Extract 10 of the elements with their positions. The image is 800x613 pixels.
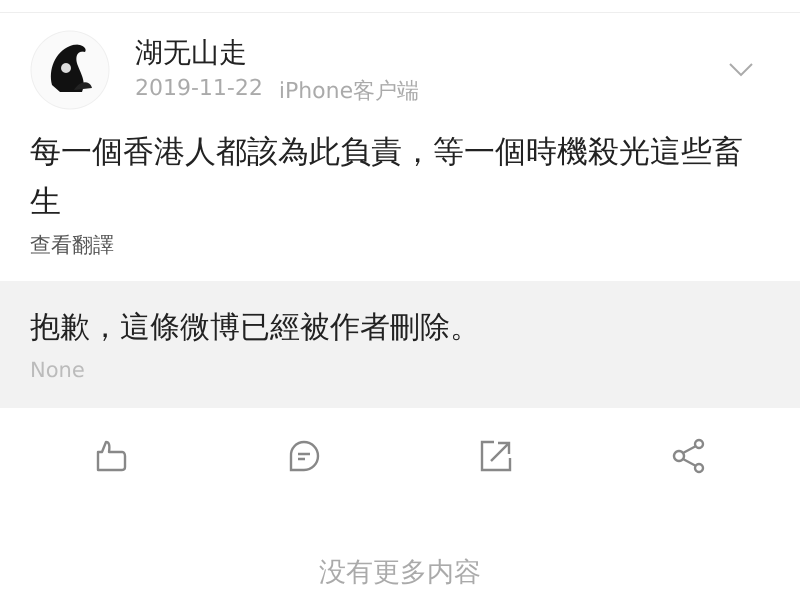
post-date: 2019-11-22	[135, 76, 263, 103]
chevron-down-icon[interactable]	[728, 62, 754, 78]
post-text: 每一個香港人都該為此負責，等一個時機殺光這些畜生	[30, 133, 744, 222]
avatar[interactable]	[30, 30, 110, 110]
author-name[interactable]: 湖无山走	[135, 34, 728, 72]
deleted-notice: 抱歉，這條微博已經被作者刪除。	[30, 309, 481, 348]
translate-link[interactable]: 查看翻譯	[30, 231, 114, 260]
post-source: iPhone客户端	[278, 78, 420, 106]
end-of-content-text: 没有更多内容	[319, 557, 481, 588]
share-icon[interactable]	[670, 438, 707, 474]
